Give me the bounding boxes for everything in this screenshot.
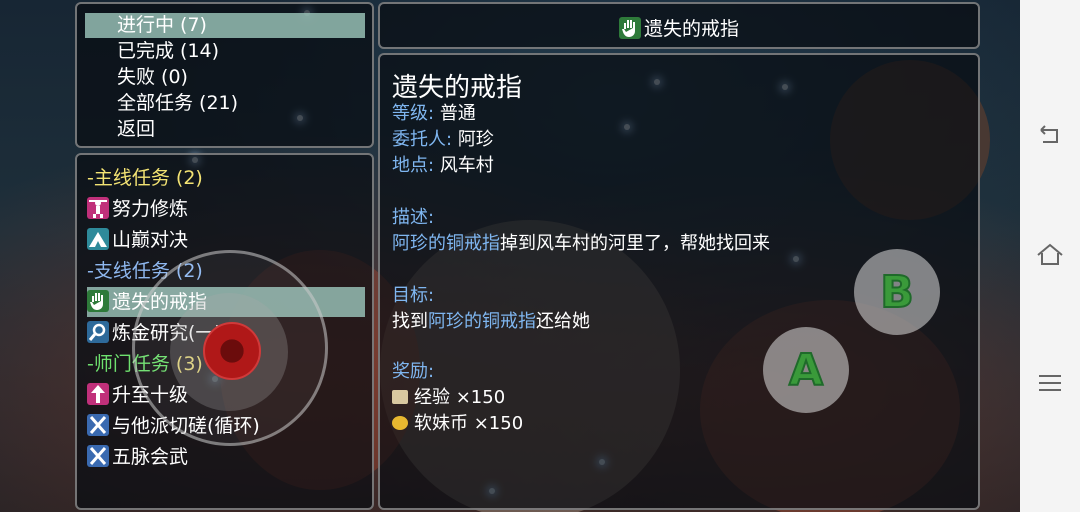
- client-row: 委托人: 阿珍: [392, 125, 494, 151]
- b-button-label: B: [879, 266, 915, 319]
- quest-filter-panel: 进行中 (7) 已完成 (14) 失败 (0) 全部任务 (21) 返回: [75, 2, 374, 148]
- hand-icon: [87, 290, 109, 312]
- quest-label: 五脉会武: [112, 446, 189, 468]
- category-main-quests[interactable]: -主线任务 (2): [87, 163, 365, 193]
- back-arrow-icon: [1040, 125, 1058, 143]
- quest-item[interactable]: 五脉会武: [87, 442, 365, 472]
- category-label: -主线任务: [87, 167, 170, 189]
- goal-prefix: 找到: [392, 311, 428, 332]
- description-label: 描述:: [392, 207, 435, 228]
- mountain-icon: [87, 228, 109, 250]
- back-button[interactable]: 返回: [85, 117, 365, 142]
- quest-label: 山巅对决: [112, 229, 189, 251]
- client-label: 委托人:: [392, 129, 453, 150]
- location-label: 地点:: [392, 155, 435, 176]
- description-text: 阿珍的铜戒指掉到风车村的河里了，帮她找回来: [392, 229, 770, 255]
- hand-icon: [618, 17, 641, 39]
- filter-in-progress[interactable]: 进行中 (7): [85, 13, 365, 38]
- header-title-row: 遗失的戒指: [380, 14, 978, 41]
- arrow-up-icon: [87, 383, 109, 405]
- crossed-swords-icon: [87, 414, 109, 436]
- reward-coin-text: 软妹币 ×150: [414, 413, 524, 434]
- grade-row: 等级: 普通: [392, 99, 476, 125]
- reward-coin: 软妹币 ×150: [392, 409, 523, 435]
- filter-completed[interactable]: 已完成 (14): [85, 39, 365, 64]
- location-value: 风车村: [439, 155, 494, 176]
- filter-all-quests[interactable]: 全部任务 (21): [85, 91, 365, 116]
- category-count: (2): [175, 167, 203, 189]
- menu-icon: [1039, 375, 1061, 391]
- header-title: 遗失的戒指: [643, 18, 739, 40]
- category-label: -支线任务: [87, 260, 170, 282]
- goal-suffix: 还给她: [536, 311, 590, 332]
- home-icon: [1037, 243, 1063, 265]
- goal-label: 目标:: [392, 285, 435, 306]
- quest-label: 努力修炼: [112, 198, 189, 220]
- client-value: 阿珍: [457, 129, 494, 150]
- coin-icon: [392, 416, 408, 430]
- description-rest: 掉到风车村的河里了，帮她找回来: [500, 233, 770, 254]
- quest-header-panel: 遗失的戒指: [378, 2, 980, 49]
- b-button[interactable]: B: [854, 249, 940, 335]
- item-name-highlight: 阿珍的铜戒指: [428, 311, 536, 332]
- grade-value: 普通: [439, 103, 476, 124]
- grade-label: 等级:: [392, 103, 435, 124]
- a-button-label: A: [788, 344, 824, 397]
- back-nav-button[interactable]: [1035, 120, 1065, 150]
- system-nav-bar: [1020, 0, 1080, 512]
- home-nav-button[interactable]: [1035, 240, 1065, 270]
- reward-exp-text: 经验 ×150: [414, 387, 506, 408]
- location-row: 地点: 风车村: [392, 151, 494, 177]
- joystick-knob[interactable]: [203, 322, 261, 380]
- weightlift-icon: [87, 197, 109, 219]
- scroll-icon: [392, 390, 408, 404]
- filter-failed[interactable]: 失败 (0): [85, 65, 365, 90]
- reward-exp: 经验 ×150: [392, 383, 505, 409]
- reward-label: 奖励:: [392, 361, 435, 382]
- goal-text: 找到阿珍的铜戒指还给她: [392, 307, 590, 333]
- magnifier-icon: [87, 321, 109, 343]
- quest-item[interactable]: 努力修炼: [87, 194, 365, 224]
- a-button[interactable]: A: [763, 327, 849, 413]
- crossed-swords-icon: [87, 445, 109, 467]
- menu-nav-button[interactable]: [1035, 368, 1065, 398]
- item-name-highlight: 阿珍的铜戒指: [392, 233, 500, 254]
